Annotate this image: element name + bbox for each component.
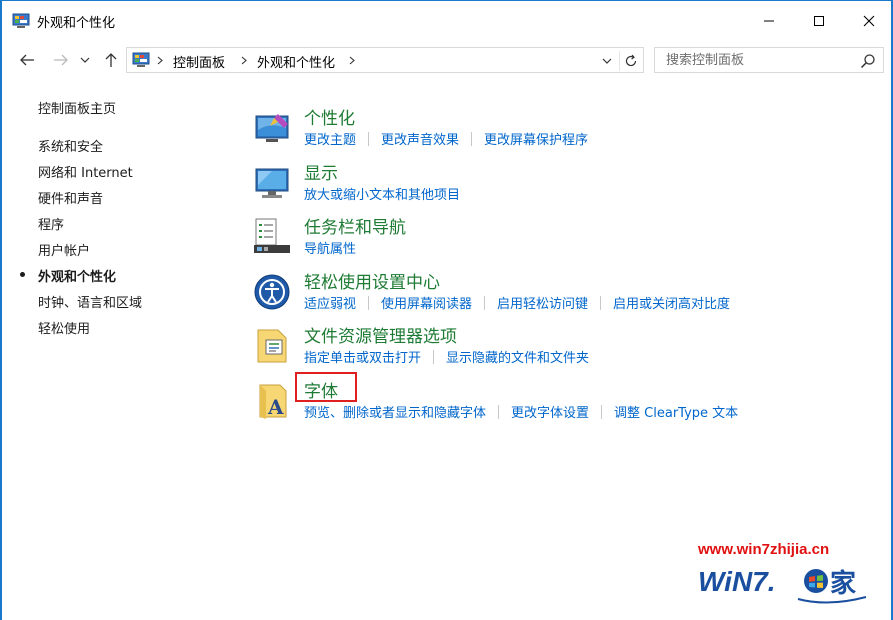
- nav-item-clock-language-region[interactable]: 时钟、语言和区域: [38, 292, 142, 311]
- category-links: 预览、删除或者显示和隐藏字体 更改字体设置 调整 ClearType 文本: [304, 402, 738, 421]
- link-high-contrast[interactable]: 启用或关闭高对比度: [613, 293, 730, 312]
- chevron-right-icon: [157, 56, 163, 65]
- address-box[interactable]: 控制面板 外观和个性化: [126, 47, 644, 73]
- nav-item-label: 外观和个性化: [38, 270, 117, 285]
- nav-item-hardware-sound[interactable]: 硬件和声音: [38, 188, 103, 207]
- fonts-icon: A: [259, 384, 287, 419]
- address-bar-row: 控制面板 外观和个性化: [2, 43, 891, 77]
- maximize-icon: [814, 16, 824, 26]
- category-title-display[interactable]: 显示: [304, 159, 338, 184]
- refresh-icon: [625, 54, 636, 67]
- link-separator: [433, 349, 435, 364]
- link-separator: [600, 295, 602, 310]
- link-preview-delete-fonts[interactable]: 预览、删除或者显示和隐藏字体: [304, 402, 486, 421]
- control-panel-home-link[interactable]: 控制面板主页: [38, 98, 116, 117]
- category-ease-of-access: 轻松使用设置中心 适应弱视 使用屏幕阅读器 启用轻松访问键 启用或关闭高对比度: [252, 268, 872, 318]
- nav-item-ease-of-access[interactable]: 轻松使用: [38, 318, 90, 337]
- back-button[interactable]: [16, 49, 38, 71]
- category-file-explorer-options: 文件资源管理器选项 指定单击或双击打开 显示隐藏的文件和文件夹: [252, 322, 872, 372]
- arrow-up-icon: [105, 53, 117, 67]
- category-personalization: 个性化 更改主题 更改声音效果 更改屏幕保护程序: [252, 104, 872, 154]
- svg-text:WiN7.: WiN7.: [698, 566, 776, 597]
- breadcrumb-appearance[interactable]: 外观和个性化: [257, 52, 335, 71]
- nav-item-network-internet[interactable]: 网络和 Internet: [38, 162, 133, 181]
- arrow-left-icon: [20, 54, 34, 66]
- watermark-logo: WiN7. 家: [698, 566, 867, 604]
- chevron-down-icon: [80, 57, 90, 63]
- close-icon: [863, 15, 875, 27]
- window-title: 外观和个性化: [37, 16, 116, 31]
- category-title-fonts[interactable]: 字体: [295, 372, 357, 402]
- link-separator: [471, 131, 473, 146]
- refresh-button[interactable]: [619, 51, 641, 71]
- category-links: 更改主题 更改声音效果 更改屏幕保护程序: [304, 129, 588, 148]
- control-panel-icon: [132, 52, 150, 67]
- chevron-right-icon: [349, 56, 355, 65]
- arrow-right-icon: [54, 54, 68, 66]
- breadcrumb-control-panel[interactable]: 控制面板: [173, 52, 225, 71]
- maximize-button[interactable]: [794, 1, 844, 41]
- link-separator: [498, 404, 500, 419]
- nav-item-appearance-personalization[interactable]: 外观和个性化: [20, 266, 117, 285]
- close-button[interactable]: [844, 1, 893, 41]
- recent-locations-button[interactable]: [78, 49, 92, 71]
- link-navigation-properties[interactable]: 导航属性: [304, 238, 356, 257]
- svg-text:家: 家: [830, 568, 856, 599]
- link-show-hidden-files[interactable]: 显示隐藏的文件和文件夹: [446, 347, 589, 366]
- chevron-down-icon: [602, 58, 612, 64]
- control-panel-window: 外观和个性化 控制面板 外观和个性化 搜索控制面板 控制面板主页 系统和安全 网…: [0, 0, 893, 620]
- category-title-taskbar-navigation[interactable]: 任务栏和导航: [304, 213, 406, 238]
- search-icon[interactable]: [860, 53, 876, 69]
- nav-item-programs[interactable]: 程序: [38, 214, 64, 233]
- personalization-icon: [255, 114, 289, 142]
- folder-options-icon: [257, 329, 287, 363]
- link-single-double-click[interactable]: 指定单击或双击打开: [304, 347, 421, 366]
- address-history-button[interactable]: [599, 53, 615, 69]
- minimize-icon: [764, 20, 774, 22]
- category-title-file-explorer-options[interactable]: 文件资源管理器选项: [304, 322, 457, 347]
- chevron-right-icon: [241, 56, 247, 65]
- link-ease-keys[interactable]: 启用轻松访问键: [497, 293, 588, 312]
- category-fonts: A 字体 预览、删除或者显示和隐藏字体 更改字体设置 调整 ClearType …: [252, 372, 872, 427]
- taskbar-icon: [254, 218, 290, 253]
- link-change-screensaver[interactable]: 更改屏幕保护程序: [484, 129, 588, 148]
- link-separator: [601, 404, 603, 419]
- minimize-button[interactable]: [744, 1, 794, 41]
- category-display: 显示 放大或缩小文本和其他项目: [252, 159, 872, 209]
- search-box[interactable]: [654, 47, 884, 73]
- category-links: 放大或缩小文本和其他项目: [304, 184, 460, 203]
- category-links: 指定单击或双击打开 显示隐藏的文件和文件夹: [304, 347, 589, 366]
- link-separator: [368, 295, 370, 310]
- category-title-ease-of-access[interactable]: 轻松使用设置中心: [304, 268, 440, 293]
- link-change-sound-effects[interactable]: 更改声音效果: [381, 129, 459, 148]
- watermark-url: www.win7zhijia.cn: [698, 541, 830, 558]
- link-zoom-text[interactable]: 放大或缩小文本和其他项目: [304, 184, 460, 203]
- display-icon: [255, 168, 289, 198]
- link-separator: [368, 131, 370, 146]
- search-input[interactable]: [655, 48, 855, 72]
- category-title-personalization[interactable]: 个性化: [304, 104, 355, 129]
- nav-item-system-security[interactable]: 系统和安全: [38, 136, 103, 155]
- highlight-box: [295, 372, 357, 402]
- ease-of-access-icon: [254, 274, 290, 310]
- link-separator: [484, 295, 486, 310]
- link-low-vision[interactable]: 适应弱视: [304, 293, 356, 312]
- svg-text:A: A: [267, 395, 284, 419]
- category-links: 导航属性: [304, 238, 356, 257]
- nav-item-user-accounts[interactable]: 用户帐户: [38, 240, 90, 259]
- category-taskbar-navigation: 任务栏和导航 导航属性: [252, 213, 872, 263]
- link-change-font-settings[interactable]: 更改字体设置: [511, 402, 589, 421]
- category-links: 适应弱视 使用屏幕阅读器 启用轻松访问键 启用或关闭高对比度: [304, 293, 730, 312]
- link-cleartype[interactable]: 调整 ClearType 文本: [614, 402, 738, 421]
- up-button[interactable]: [100, 49, 122, 71]
- control-panel-icon: [12, 13, 30, 28]
- active-bullet: [20, 272, 25, 277]
- link-change-theme[interactable]: 更改主题: [304, 129, 356, 148]
- link-screen-reader[interactable]: 使用屏幕阅读器: [381, 293, 472, 312]
- forward-button[interactable]: [50, 49, 72, 71]
- title-bar: 外观和个性化: [2, 1, 891, 43]
